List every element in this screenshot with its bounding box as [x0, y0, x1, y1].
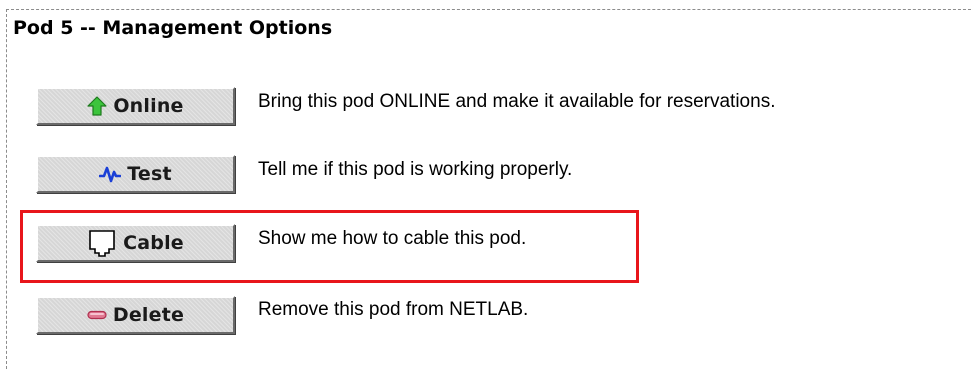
- cable-description: Show me how to cable this pod.: [258, 228, 527, 249]
- pulse-icon: [99, 165, 122, 183]
- option-row-cable: Cable Show me how to cable this pod.: [0, 220, 973, 280]
- cable-button-label: Cable: [123, 232, 184, 254]
- test-button[interactable]: Test: [36, 155, 235, 193]
- delete-button[interactable]: Delete: [36, 296, 235, 334]
- option-row-online: Online Bring this pod ONLINE and make it…: [0, 82, 973, 142]
- test-button-label: Test: [127, 163, 172, 185]
- up-arrow-icon: [87, 96, 107, 116]
- cable-button[interactable]: Cable: [36, 224, 235, 262]
- online-button[interactable]: Online: [36, 87, 235, 125]
- test-description: Tell me if this pod is working properly.: [258, 159, 573, 180]
- delete-description: Remove this pod from NETLAB.: [258, 299, 529, 320]
- cable-jack-icon: [87, 228, 117, 258]
- delete-button-label: Delete: [112, 304, 185, 326]
- minus-pill-icon: [87, 310, 107, 320]
- option-row-test: Test Tell me if this pod is working prop…: [0, 150, 973, 210]
- page-title: Pod 5 -- Management Options: [13, 17, 333, 39]
- online-description: Bring this pod ONLINE and make it availa…: [258, 91, 776, 112]
- online-button-label: Online: [113, 95, 184, 117]
- option-row-delete: Delete Remove this pod from NETLAB.: [0, 292, 973, 352]
